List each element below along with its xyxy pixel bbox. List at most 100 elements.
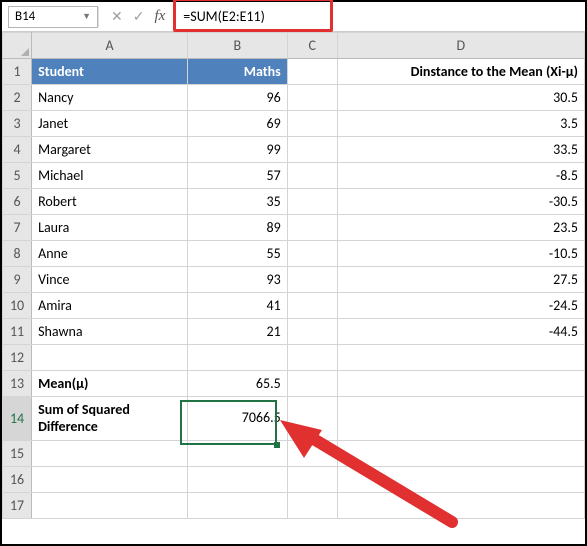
cell-A1[interactable]: Student — [32, 59, 188, 85]
cell-C12[interactable] — [287, 345, 337, 371]
cell-C17[interactable] — [287, 493, 337, 519]
cell-B5[interactable]: 57 — [187, 163, 287, 189]
cell-A14[interactable]: Sum of Squared Difference — [32, 397, 188, 441]
row-head-11[interactable]: 11 — [3, 319, 32, 345]
cell-D12[interactable] — [337, 345, 584, 371]
col-head-D[interactable]: D — [337, 33, 584, 59]
cell-D9[interactable]: 27.5 — [337, 267, 584, 293]
cell-D6[interactable]: -30.5 — [337, 189, 584, 215]
row-head-4[interactable]: 4 — [3, 137, 32, 163]
col-head-C[interactable]: C — [287, 33, 337, 59]
cell-C4[interactable] — [287, 137, 337, 163]
cell-D7[interactable]: 23.5 — [337, 215, 584, 241]
row-head-3[interactable]: 3 — [3, 111, 32, 137]
row-head-6[interactable]: 6 — [3, 189, 32, 215]
cell-C13[interactable] — [287, 371, 337, 397]
cell-B16[interactable] — [187, 467, 287, 493]
cell-B14[interactable]: 7066.5 — [187, 397, 287, 441]
cell-C5[interactable] — [287, 163, 337, 189]
cell-B13[interactable]: 65.5 — [187, 371, 287, 397]
cancel-icon[interactable]: ✕ — [111, 8, 123, 25]
row-head-14[interactable]: 14 — [3, 397, 32, 441]
col-head-A[interactable]: A — [32, 33, 188, 59]
cell-A13[interactable]: Mean(μ) — [32, 371, 188, 397]
cell-D15[interactable] — [337, 441, 584, 467]
cell-A10[interactable]: Amira — [32, 293, 188, 319]
cell-A11[interactable]: Shawna — [32, 319, 188, 345]
cell-A15[interactable] — [32, 441, 188, 467]
cell-C9[interactable] — [287, 267, 337, 293]
spreadsheet-grid[interactable]: A B C D 1 Student Maths Dinstance to the… — [2, 32, 585, 519]
row-head-10[interactable]: 10 — [3, 293, 32, 319]
cell-B7[interactable]: 89 — [187, 215, 287, 241]
cell-D16[interactable] — [337, 467, 584, 493]
cell-B8[interactable]: 55 — [187, 241, 287, 267]
cell-B11[interactable]: 21 — [187, 319, 287, 345]
cell-A9[interactable]: Vince — [32, 267, 188, 293]
cell-B1[interactable]: Maths — [187, 59, 287, 85]
enter-icon[interactable]: ✓ — [133, 8, 145, 25]
select-all-corner[interactable] — [3, 33, 32, 59]
cell-C14[interactable] — [287, 397, 337, 441]
cell-D8[interactable]: -10.5 — [337, 241, 584, 267]
cell-A3[interactable]: Janet — [32, 111, 188, 137]
cell-D1[interactable]: Dinstance to the Mean (Xi-μ) — [337, 59, 584, 85]
col-head-B[interactable]: B — [187, 33, 287, 59]
cell-C3[interactable] — [287, 111, 337, 137]
cell-B15[interactable] — [187, 441, 287, 467]
cell-C6[interactable] — [287, 189, 337, 215]
formula-input[interactable]: =SUM(E2:E11) — [177, 6, 579, 28]
row-head-1[interactable]: 1 — [3, 59, 32, 85]
row-head-7[interactable]: 7 — [3, 215, 32, 241]
cell-B10[interactable]: 41 — [187, 293, 287, 319]
row-head-16[interactable]: 16 — [3, 467, 32, 493]
name-box[interactable]: B14 ▼ — [8, 6, 98, 28]
cell-A2[interactable]: Nancy — [32, 85, 188, 111]
cell-A5[interactable]: Michael — [32, 163, 188, 189]
cell-A17[interactable] — [32, 493, 188, 519]
cell-C10[interactable] — [287, 293, 337, 319]
cell-D10[interactable]: -24.5 — [337, 293, 584, 319]
cell-C15[interactable] — [287, 441, 337, 467]
row-head-12[interactable]: 12 — [3, 345, 32, 371]
formula-bar: B14 ▼ ✕ ✓ fx =SUM(E2:E11) — [2, 2, 585, 32]
row-head-15[interactable]: 15 — [3, 441, 32, 467]
cell-A6[interactable]: Robert — [32, 189, 188, 215]
cell-C7[interactable] — [287, 215, 337, 241]
cell-B2[interactable]: 96 — [187, 85, 287, 111]
cell-D5[interactable]: -8.5 — [337, 163, 584, 189]
cell-C8[interactable] — [287, 241, 337, 267]
row-head-2[interactable]: 2 — [3, 85, 32, 111]
cell-D11[interactable]: -44.5 — [337, 319, 584, 345]
cell-B17[interactable] — [187, 493, 287, 519]
cell-B6[interactable]: 35 — [187, 189, 287, 215]
cell-B12[interactable] — [187, 345, 287, 371]
cell-A16[interactable] — [32, 467, 188, 493]
cell-A4[interactable]: Margaret — [32, 137, 188, 163]
row-head-17[interactable]: 17 — [3, 493, 32, 519]
cell-C2[interactable] — [287, 85, 337, 111]
cell-C11[interactable] — [287, 319, 337, 345]
cell-C1[interactable] — [287, 59, 337, 85]
cell-B4[interactable]: 99 — [187, 137, 287, 163]
cell-D3[interactable]: 3.5 — [337, 111, 584, 137]
cell-D2[interactable]: 30.5 — [337, 85, 584, 111]
cell-A7[interactable]: Laura — [32, 215, 188, 241]
row-head-8[interactable]: 8 — [3, 241, 32, 267]
formula-text: =SUM(E2:E11) — [183, 8, 265, 25]
cell-D4[interactable]: 33.5 — [337, 137, 584, 163]
row-head-5[interactable]: 5 — [3, 163, 32, 189]
cell-B9[interactable]: 93 — [187, 267, 287, 293]
chevron-down-icon[interactable]: ▼ — [82, 11, 91, 22]
cell-D17[interactable] — [337, 493, 584, 519]
cell-C16[interactable] — [287, 467, 337, 493]
fx-icon[interactable]: fx — [154, 8, 165, 25]
formula-bar-buttons: ✕ ✓ fx — [99, 8, 177, 25]
cell-D13[interactable] — [337, 371, 584, 397]
cell-D14[interactable] — [337, 397, 584, 441]
cell-A12[interactable] — [32, 345, 188, 371]
cell-A8[interactable]: Anne — [32, 241, 188, 267]
row-head-9[interactable]: 9 — [3, 267, 32, 293]
cell-B3[interactable]: 69 — [187, 111, 287, 137]
row-head-13[interactable]: 13 — [3, 371, 32, 397]
